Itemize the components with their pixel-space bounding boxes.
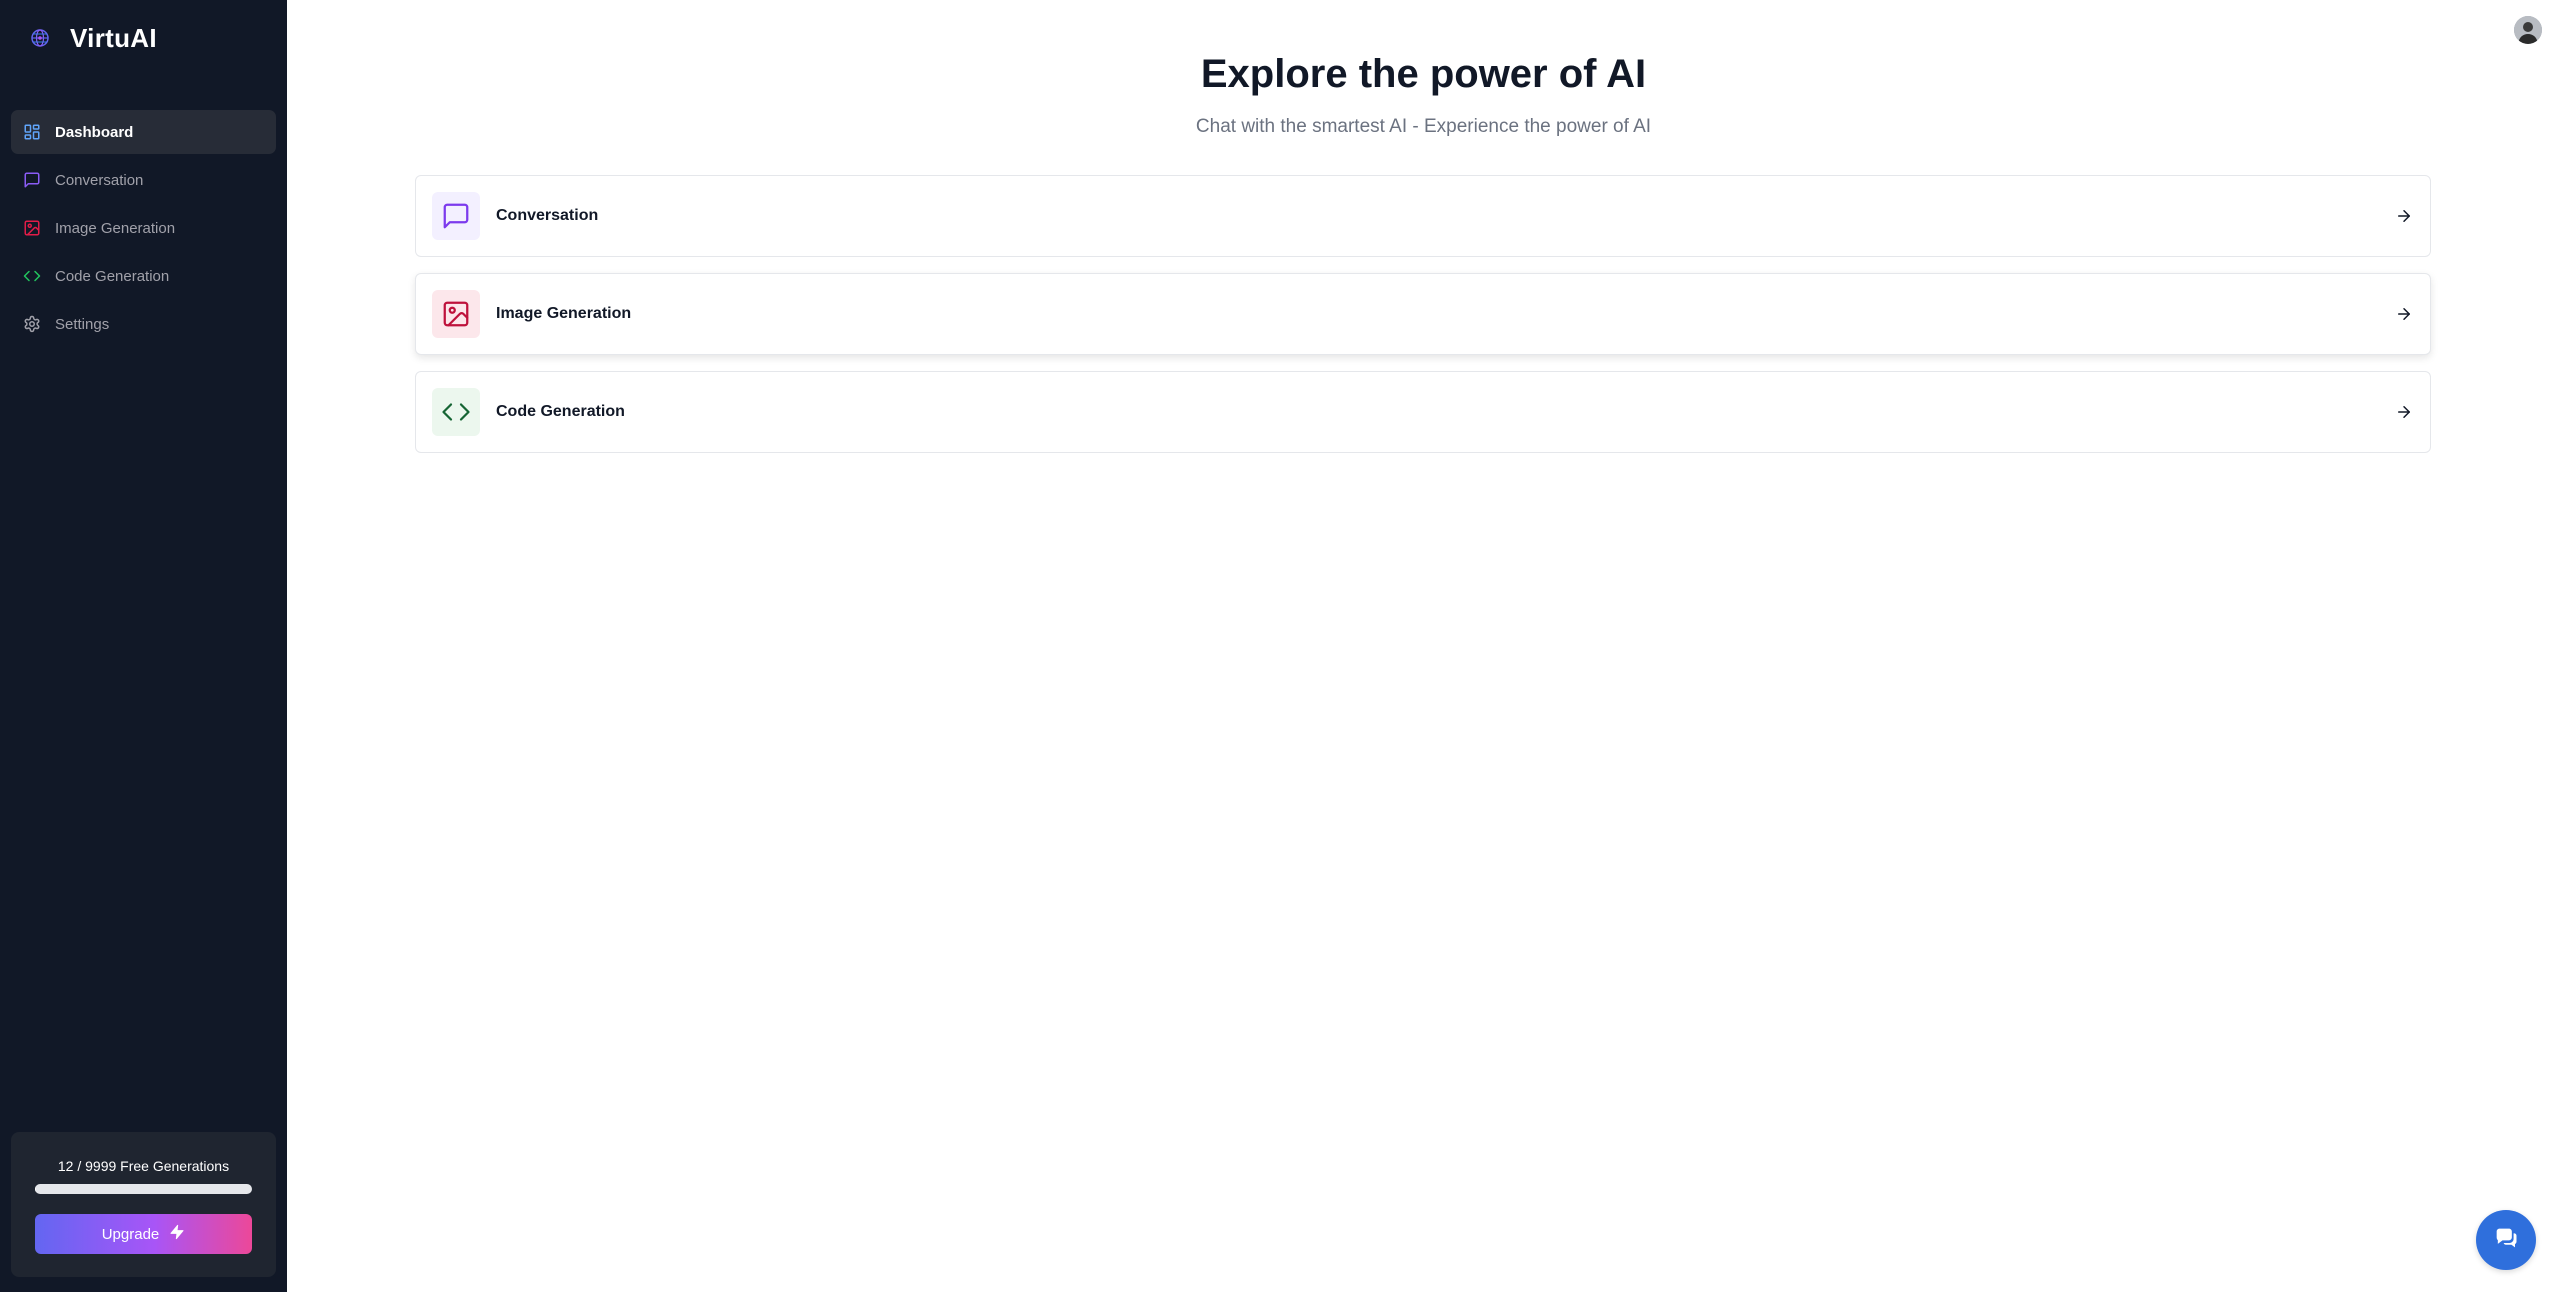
atom-globe-icon (26, 24, 54, 52)
sidebar-item-label: Conversation (55, 171, 144, 189)
arrow-right-icon (2394, 304, 2414, 324)
tool-list: Conversation Image Generation Code Gener… (415, 175, 2431, 469)
message-square-icon (23, 171, 41, 189)
dashboard-icon (23, 123, 41, 141)
tool-card-image-generation[interactable]: Image Generation (415, 273, 2431, 355)
page-subtitle: Chat with the smartest AI - Experience t… (1195, 116, 1652, 137)
code-icon (432, 388, 480, 436)
sidebar-item-label: Settings (55, 315, 110, 333)
sidebar-nav: Dashboard Conversation Image Generation (11, 110, 276, 350)
user-avatar[interactable] (2514, 16, 2542, 44)
tool-label: Code Generation (496, 403, 625, 420)
upgrade-button-label: Upgrade (101, 1225, 160, 1243)
sidebar: VirtuAI Dashboard Conversation Image Gen… (0, 0, 287, 1292)
sidebar-item-conversation[interactable]: Conversation (11, 158, 276, 202)
image-icon (432, 290, 480, 338)
brand[interactable]: VirtuAI (26, 20, 157, 56)
sidebar-item-settings[interactable]: Settings (11, 302, 276, 346)
chat-bubble-icon (2492, 1224, 2520, 1257)
main-content: Explore the power of AI Chat with the sm… (287, 0, 2560, 1292)
gear-icon (23, 315, 41, 333)
image-icon (23, 219, 41, 237)
usage-text: 12 / 9999 Free Generations (57, 1158, 230, 1174)
tool-card-code-generation[interactable]: Code Generation (415, 371, 2431, 453)
upgrade-button[interactable]: Upgrade (35, 1214, 252, 1254)
sidebar-item-code-generation[interactable]: Code Generation (11, 254, 276, 298)
arrow-right-icon (2394, 206, 2414, 226)
message-square-icon (432, 192, 480, 240)
zap-icon (169, 1224, 185, 1244)
usage-progress-bar (35, 1184, 252, 1194)
sidebar-item-dashboard[interactable]: Dashboard (11, 110, 276, 154)
chat-bubble-button[interactable] (2476, 1210, 2536, 1270)
arrow-right-icon (2394, 402, 2414, 422)
page-title: Explore the power of AI (1200, 52, 1647, 96)
sidebar-item-image-generation[interactable]: Image Generation (11, 206, 276, 250)
code-icon (23, 267, 41, 285)
sidebar-item-label: Image Generation (55, 219, 176, 237)
brand-name: VirtuAI (70, 22, 157, 53)
tool-label: Conversation (496, 207, 599, 224)
tool-card-conversation[interactable]: Conversation (415, 175, 2431, 257)
tool-label: Image Generation (496, 305, 632, 322)
sidebar-item-label: Code Generation (55, 267, 170, 285)
usage-card: 12 / 9999 Free Generations Upgrade (11, 1132, 276, 1277)
sidebar-item-label: Dashboard (55, 123, 134, 141)
